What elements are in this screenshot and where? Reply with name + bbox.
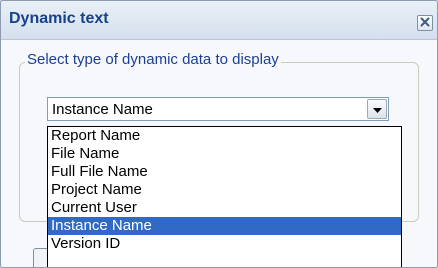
option-file-name[interactable]: File Name [48,145,401,163]
option-current-user[interactable]: Current User [48,199,401,217]
data-type-combobox[interactable]: Instance Name [47,97,389,121]
option-instance-name[interactable]: Instance Name [48,217,401,235]
option-version-id[interactable]: Version ID [48,235,401,253]
option-report-name[interactable]: Report Name [48,127,401,145]
chevron-down-icon [372,100,382,118]
combobox-dropdown-button[interactable] [367,99,387,119]
groupbox-legend: Select type of dynamic data to display [25,51,281,68]
combobox-value: Instance Name [52,101,153,118]
option-project-name[interactable]: Project Name [48,181,401,199]
dialog-title: Dynamic text [9,10,109,27]
dialog-titlebar: Dynamic text [1,1,437,40]
close-button[interactable] [417,15,433,31]
dynamic-text-dialog: Dynamic text Select type of dynamic data… [0,0,438,268]
data-type-dropdown-list: Report Name File Name Full File Name Pro… [47,126,402,267]
close-icon [420,14,430,32]
option-full-file-name[interactable]: Full File Name [48,163,401,181]
